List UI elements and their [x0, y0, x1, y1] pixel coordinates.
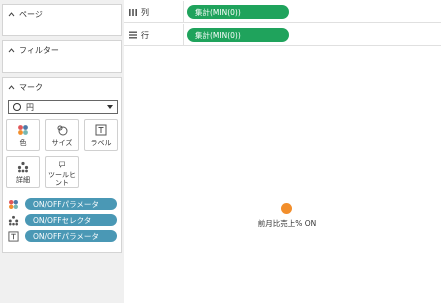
rows-shelf-label: 行	[128, 24, 184, 46]
rows-icon	[129, 31, 137, 39]
label-button-label: ラベル	[90, 139, 112, 147]
size-button[interactable]: サイズ	[45, 119, 79, 151]
detail-button-label: 詳細	[16, 176, 30, 184]
filters-panel-title: フィルター	[19, 45, 59, 55]
field-pill[interactable]: ON/OFFセレクタ	[25, 214, 117, 226]
marks-panel-title: マーク	[19, 82, 43, 92]
detail-icon	[17, 161, 29, 173]
color-button-label: 色	[19, 139, 27, 147]
collapse-caret-icon[interactable]	[8, 47, 15, 54]
mark-label: 前月比売上% ON	[257, 219, 317, 228]
field-pill[interactable]: ON/OFFパラメータ	[25, 198, 117, 210]
field-pill[interactable]: ON/OFFパラメータ	[25, 230, 117, 242]
label-icon	[8, 230, 19, 242]
detail-icon	[8, 215, 19, 225]
columns-field-pill[interactable]: 集計(MIN(0))	[187, 5, 289, 19]
filters-panel-header[interactable]: フィルター	[3, 41, 121, 59]
worksheet-area: 列 集計(MIN(0)) 行 集計(MIN(0)) 前月比売上% ON	[124, 0, 441, 303]
columns-label-text: 列	[141, 7, 149, 17]
pages-panel-header[interactable]: ページ	[3, 5, 121, 23]
collapse-caret-icon[interactable]	[8, 84, 15, 91]
color-button[interactable]: 色	[6, 119, 40, 151]
label-icon	[95, 124, 107, 136]
tooltip-button-label: ツールヒ ント	[48, 171, 76, 187]
columns-icon	[129, 9, 137, 16]
label-button[interactable]: ラベル	[84, 119, 118, 151]
circle-mark-icon	[13, 103, 21, 111]
mark-type-dropdown[interactable]: 円	[8, 100, 118, 114]
side-panels: ページ フィルター マーク 円 色 サイズ ラベル 詳細 ツールヒ ント ON/…	[0, 0, 124, 303]
color-icon	[9, 199, 18, 209]
marks-field-label: ON/OFFパラメータ	[8, 230, 117, 242]
rows-label-text: 行	[141, 30, 149, 40]
rows-field-pill[interactable]: 集計(MIN(0))	[187, 28, 289, 42]
pages-panel-title: ページ	[19, 9, 43, 19]
circle-mark[interactable]	[281, 203, 292, 214]
size-button-label: サイズ	[51, 139, 73, 147]
detail-button[interactable]: 詳細	[6, 156, 40, 188]
rows-shelf[interactable]: 行 集計(MIN(0))	[124, 24, 441, 46]
columns-shelf[interactable]: 列 集計(MIN(0))	[124, 1, 441, 23]
tooltip-icon	[59, 161, 65, 168]
marks-field-detail: ON/OFFセレクタ	[8, 214, 117, 226]
columns-shelf-label: 列	[128, 1, 184, 23]
size-icon	[57, 125, 68, 136]
marks-field-color: ON/OFFパラメータ	[8, 198, 117, 210]
tooltip-button[interactable]: ツールヒ ント	[45, 156, 79, 188]
pages-panel: ページ	[2, 4, 122, 36]
filters-panel: フィルター	[2, 40, 122, 73]
marks-panel: マーク 円 色 サイズ ラベル 詳細 ツールヒ ント ON/OFFパラメータ O…	[2, 77, 122, 253]
mark-type-value: 円	[26, 102, 34, 112]
chevron-down-icon	[107, 105, 113, 109]
color-icon	[18, 125, 28, 135]
marks-panel-header[interactable]: マーク	[3, 78, 121, 96]
collapse-caret-icon[interactable]	[8, 11, 15, 18]
